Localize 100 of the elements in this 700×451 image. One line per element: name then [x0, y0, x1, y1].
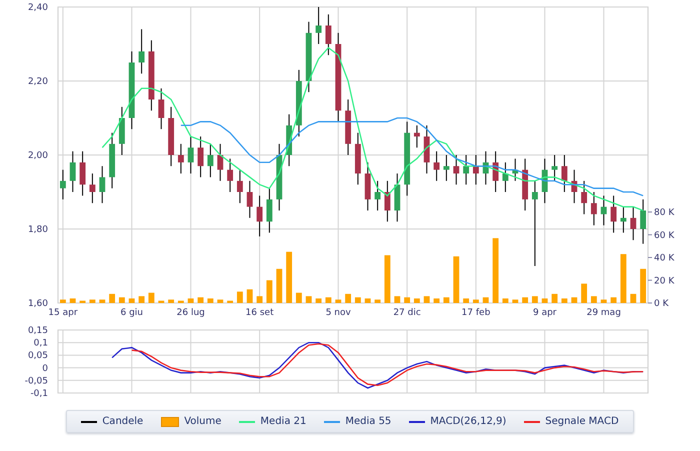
- volume-bar: [424, 296, 430, 303]
- candle: [640, 198, 646, 244]
- axis-label: 40 K: [654, 254, 674, 264]
- legend-label: Volume: [184, 416, 222, 427]
- volume-bar: [443, 297, 450, 303]
- volume-bar: [138, 296, 145, 303]
- volume-bar: [374, 300, 381, 303]
- candle: [482, 150, 489, 186]
- volume-bar: [610, 297, 617, 303]
- axis-label: 0: [42, 364, 48, 374]
- candle: [443, 154, 450, 182]
- candle: [414, 124, 420, 148]
- volume-bar: [364, 298, 371, 303]
- candle: [158, 88, 164, 130]
- volume-bar: [217, 300, 224, 303]
- axis-label: 2,40: [28, 3, 48, 13]
- candle: [296, 69, 302, 137]
- candle: [60, 169, 66, 200]
- volume-bar: [522, 297, 528, 303]
- volume-bar: [434, 298, 440, 303]
- candle: [571, 169, 578, 204]
- candle: [552, 154, 558, 182]
- candle: [316, 6, 322, 44]
- candle: [207, 143, 214, 178]
- volume-bar: [552, 294, 558, 303]
- candle: [198, 136, 204, 178]
- candle: [384, 180, 390, 222]
- volume-bar: [414, 298, 420, 303]
- axis-label: 1,60: [28, 299, 48, 309]
- candle: [168, 106, 174, 167]
- volume-bar: [512, 300, 518, 303]
- axis-label: 0,1: [34, 338, 48, 349]
- candle: [561, 154, 568, 192]
- volume-bar: [600, 300, 607, 303]
- candle: [630, 206, 636, 241]
- axis-label: 15 apr: [48, 308, 78, 318]
- volume-bar: [354, 297, 361, 303]
- candle: [600, 195, 607, 226]
- candle: [109, 132, 116, 189]
- volume-bar: [316, 298, 322, 303]
- volume-bar: [394, 296, 400, 303]
- candle: [148, 40, 154, 112]
- legend-swatch-icon: [161, 416, 180, 426]
- volume-bar: [178, 300, 184, 303]
- axis-label: 9 apr: [533, 308, 556, 318]
- candle: [463, 154, 470, 186]
- candle: [502, 162, 508, 192]
- axis-label: 27 dic: [393, 308, 421, 318]
- volume-bar: [89, 300, 96, 303]
- candle: [424, 124, 430, 174]
- candle: [590, 192, 597, 226]
- axis-label: 0,15: [28, 326, 48, 336]
- candle: [306, 21, 312, 93]
- candle: [227, 158, 234, 192]
- candle: [246, 180, 253, 218]
- axis-label: 2,20: [28, 77, 48, 87]
- candle: [434, 150, 440, 182]
- volume-bar: [492, 238, 499, 303]
- volume-bar: [246, 289, 253, 303]
- volume-bar: [502, 298, 508, 303]
- candle: [80, 150, 86, 196]
- volume-bar: [296, 292, 302, 303]
- axis-label: 20 K: [654, 276, 674, 286]
- volume-bar: [404, 297, 410, 303]
- volume-bar: [276, 268, 282, 303]
- volume-bar: [109, 294, 116, 303]
- axis-label: 2,00: [28, 151, 48, 161]
- volume-bar: [532, 296, 538, 303]
- volume-bar: [266, 280, 272, 303]
- volume-bar: [620, 254, 626, 303]
- volume-bar: [463, 298, 470, 303]
- axis-label: 17 feb: [462, 308, 490, 318]
- candle: [374, 180, 381, 211]
- legend-label: MACD(26,12,9): [430, 416, 506, 427]
- volume-bar: [590, 296, 597, 303]
- candle: [610, 195, 617, 234]
- volume-bar: [118, 297, 125, 303]
- legend-line-icon: [524, 420, 540, 424]
- legend-line-icon: [324, 420, 340, 424]
- volume-bar: [325, 297, 332, 303]
- axis-label: 5 nov: [326, 308, 351, 318]
- candle: [354, 132, 361, 186]
- volume-bar: [207, 298, 214, 303]
- volume-bar: [630, 294, 636, 303]
- axis-label: 0 K: [654, 299, 668, 309]
- volume-bar: [384, 255, 390, 303]
- candle: [286, 114, 292, 167]
- axis-label: 80 K: [654, 208, 674, 218]
- volume-bar: [472, 300, 479, 303]
- legend-label: Candele: [102, 416, 144, 427]
- candle: [266, 188, 272, 234]
- candle: [472, 154, 479, 186]
- candle: [89, 173, 96, 204]
- axis-label: 29 mag: [586, 308, 621, 318]
- volume-bar: [99, 300, 106, 303]
- volume-bar: [561, 298, 568, 303]
- axis-label: 1,80: [28, 225, 48, 235]
- candle: [512, 158, 518, 182]
- candle: [178, 143, 184, 174]
- candle: [138, 28, 145, 74]
